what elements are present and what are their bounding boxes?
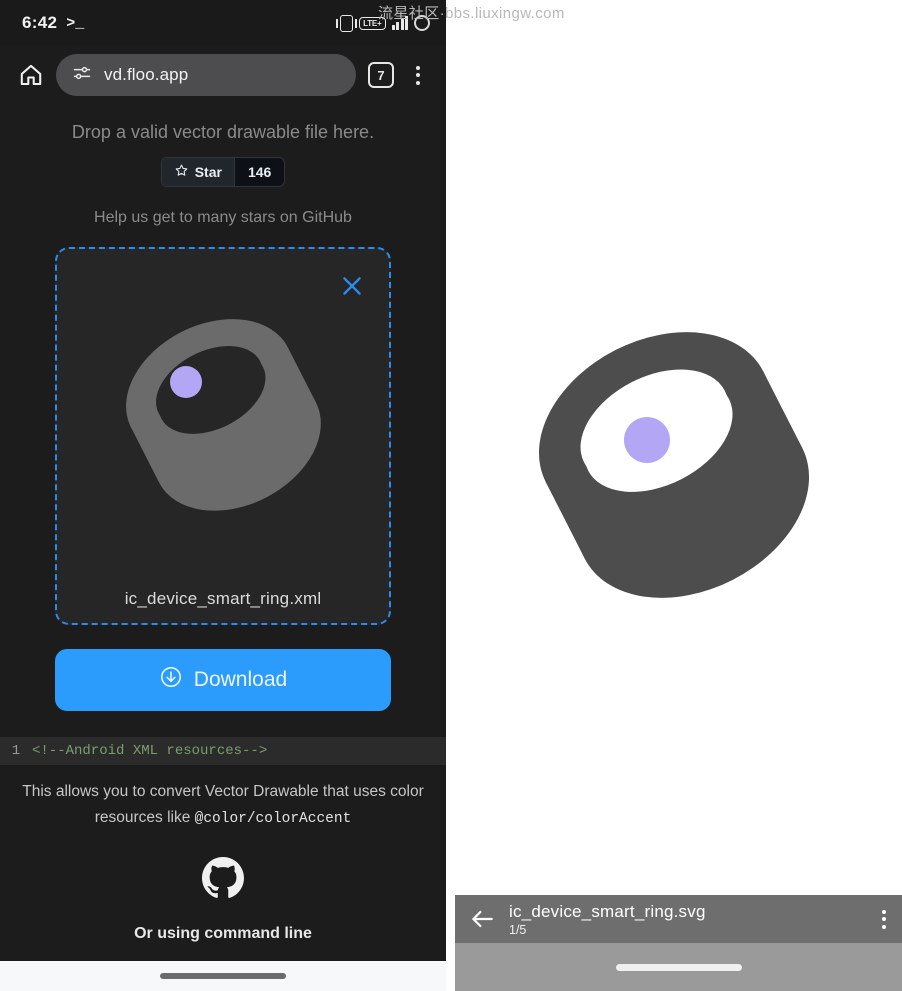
download-button[interactable]: Download bbox=[55, 649, 391, 711]
star-row: Star 146 bbox=[0, 157, 446, 187]
url-text: vd.floo.app bbox=[104, 65, 189, 84]
home-icon[interactable] bbox=[18, 62, 44, 88]
download-wrap: Download bbox=[0, 625, 446, 711]
description-text: This allows you to convert Vector Drawab… bbox=[0, 765, 446, 831]
star-icon bbox=[174, 163, 189, 181]
home-indicator[interactable] bbox=[160, 973, 286, 979]
home-indicator[interactable] bbox=[615, 963, 742, 971]
github-icon bbox=[202, 857, 244, 899]
drop-hint-text: Drop a valid vector drawable file here. bbox=[71, 122, 375, 142]
github-link[interactable] bbox=[0, 831, 446, 899]
screenshot-root: 流星社区·bbs.liuxingw.com 6:42 >_ LTE+ vd.fl… bbox=[0, 0, 902, 991]
help-text: Help us get to many stars on GitHub bbox=[94, 209, 352, 226]
address-bar[interactable]: vd.floo.app bbox=[56, 54, 356, 96]
star-button-label: Star bbox=[194, 164, 222, 180]
dropzone-preview bbox=[57, 289, 389, 539]
watermark: 流星社区·bbs.liuxingw.com bbox=[378, 5, 565, 22]
viewer-artwork bbox=[446, 300, 902, 630]
tab-counter[interactable]: 7 bbox=[368, 62, 394, 88]
smart-ring-icon bbox=[126, 319, 321, 511]
back-arrow-icon[interactable] bbox=[469, 906, 495, 932]
description-line-1: This allows you to convert Vector Drawab… bbox=[22, 783, 424, 800]
viewer-filename: ic_device_smart_ring.svg bbox=[509, 901, 706, 921]
viewer-position: 1/5 bbox=[509, 922, 527, 937]
overflow-menu-icon[interactable] bbox=[882, 909, 886, 929]
code-line[interactable]: 1 <!--Android XML resources--> bbox=[0, 737, 446, 765]
download-button-label: Download bbox=[193, 668, 288, 691]
image-viewer: ic_device_smart_ring.svg 1/5 bbox=[446, 0, 902, 991]
code-line-number: 1 bbox=[11, 743, 21, 759]
github-star-button[interactable]: Star 146 bbox=[160, 157, 286, 187]
phone-navigation-bar bbox=[0, 961, 446, 991]
phone-screen: 6:42 >_ LTE+ vd.floo.app 7 Drop a valid … bbox=[0, 0, 446, 991]
tune-sliders-icon[interactable] bbox=[72, 63, 92, 88]
description-code: @color/colorAccent bbox=[194, 810, 352, 827]
star-button-left[interactable]: Star bbox=[161, 158, 234, 186]
dropzone-filename: ic_device_smart_ring.xml bbox=[124, 589, 322, 608]
terminal-prompt-icon: >_ bbox=[66, 14, 85, 32]
status-time: 6:42 bbox=[22, 13, 58, 32]
viewer-titles: ic_device_smart_ring.svg 1/5 bbox=[509, 902, 706, 937]
web-page-content: Drop a valid vector drawable file here. … bbox=[0, 104, 446, 944]
star-count[interactable]: 146 bbox=[233, 158, 285, 186]
viewer-navigation-bar bbox=[455, 943, 902, 991]
browser-toolbar: vd.floo.app 7 bbox=[0, 46, 446, 104]
viewer-toolbar: ic_device_smart_ring.svg 1/5 bbox=[455, 895, 902, 943]
description-line-2-prefix: resources like bbox=[94, 808, 195, 826]
download-circle-icon bbox=[159, 665, 183, 695]
command-line-text: Or using command line bbox=[134, 925, 312, 943]
overflow-menu-icon[interactable] bbox=[406, 65, 430, 85]
vibrate-icon bbox=[336, 14, 358, 32]
smart-ring-icon bbox=[538, 332, 810, 598]
file-dropzone[interactable]: ic_device_smart_ring.xml bbox=[55, 247, 391, 625]
code-line-text: <!--Android XML resources--> bbox=[32, 743, 268, 759]
